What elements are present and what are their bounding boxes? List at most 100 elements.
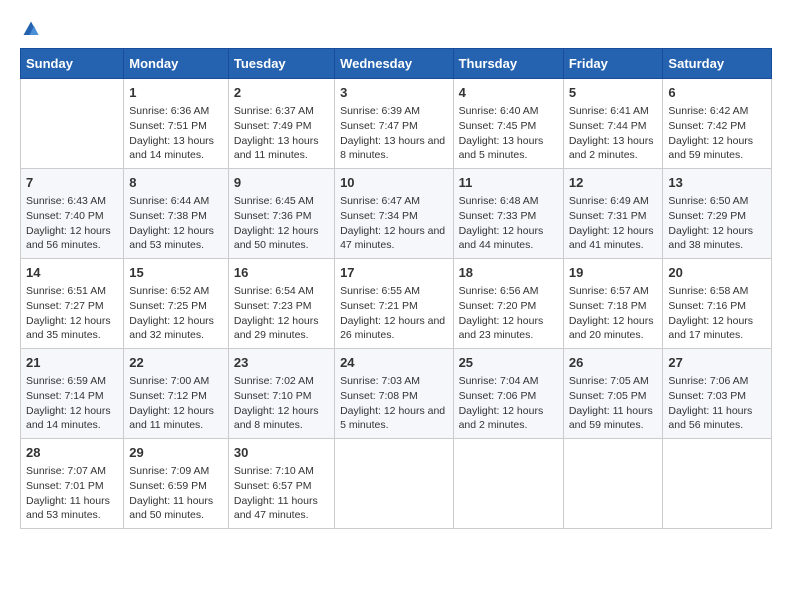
calendar-cell: 13 Sunrise: 6:50 AMSunset: 7:29 PMDayligh… — [663, 169, 772, 259]
calendar-cell — [563, 439, 663, 529]
calendar-cell: 6Sunrise: 6:42 AMSunset: 7:42 PMDaylight… — [663, 79, 772, 169]
calendar-cell — [453, 439, 563, 529]
calendar-cell: 12 Sunrise: 6:49 AMSunset: 7:31 PMDayligh… — [563, 169, 663, 259]
day-number: 8 — [129, 174, 223, 192]
calendar-cell: 5Sunrise: 6:41 AMSunset: 7:44 PMDaylight… — [563, 79, 663, 169]
day-number: 26 — [569, 354, 658, 372]
day-number: 7 — [26, 174, 118, 192]
day-detail: Sunrise: 7:05 AMSunset: 7:05 PMDaylight:… — [569, 374, 658, 433]
day-number: 24 — [340, 354, 447, 372]
weekday-header-saturday: Saturday — [663, 49, 772, 79]
day-detail: Sunrise: 6:49 AMSunset: 7:31 PMDaylight:… — [569, 194, 658, 253]
logo-icon — [22, 20, 40, 38]
day-number: 22 — [129, 354, 223, 372]
day-detail: Sunrise: 6:45 AMSunset: 7:36 PMDaylight:… — [234, 194, 329, 253]
day-detail: Sunrise: 7:06 AMSunset: 7:03 PMDaylight:… — [668, 374, 766, 433]
day-number: 19 — [569, 264, 658, 282]
day-detail: Sunrise: 6:40 AMSunset: 7:45 PMDaylight:… — [459, 104, 558, 163]
day-number: 28 — [26, 444, 118, 462]
calendar-week-row: 28 Sunrise: 7:07 AMSunset: 7:01 PMDayligh… — [21, 439, 772, 529]
day-number: 12 — [569, 174, 658, 192]
calendar-cell: 3Sunrise: 6:39 AMSunset: 7:47 PMDaylight… — [335, 79, 453, 169]
calendar-cell: 22 Sunrise: 7:00 AMSunset: 7:12 PMDayligh… — [124, 349, 229, 439]
calendar-cell: 19 Sunrise: 6:57 AMSunset: 7:18 PMDayligh… — [563, 259, 663, 349]
calendar-table: SundayMondayTuesdayWednesdayThursdayFrid… — [20, 48, 772, 529]
day-detail: Sunrise: 7:00 AMSunset: 7:12 PMDaylight:… — [129, 374, 223, 433]
day-detail: Sunrise: 6:36 AMSunset: 7:51 PMDaylight:… — [129, 104, 223, 163]
day-detail: Sunrise: 6:47 AMSunset: 7:34 PMDaylight:… — [340, 194, 447, 253]
day-number: 11 — [459, 174, 558, 192]
calendar-cell — [21, 79, 124, 169]
calendar-cell: 8 Sunrise: 6:44 AMSunset: 7:38 PMDaylight… — [124, 169, 229, 259]
calendar-cell: 14Sunrise: 6:51 AMSunset: 7:27 PMDayligh… — [21, 259, 124, 349]
day-detail: Sunrise: 7:09 AMSunset: 6:59 PMDaylight:… — [129, 464, 223, 523]
day-number: 6 — [668, 84, 766, 102]
day-number: 17 — [340, 264, 447, 282]
calendar-week-row: 21 Sunrise: 6:59 AMSunset: 7:14 PMDayligh… — [21, 349, 772, 439]
day-number: 20 — [668, 264, 766, 282]
logo — [20, 20, 40, 38]
day-detail: Sunrise: 7:10 AMSunset: 6:57 PMDaylight:… — [234, 464, 329, 523]
calendar-cell: 17 Sunrise: 6:55 AMSunset: 7:21 PMDayligh… — [335, 259, 453, 349]
calendar-week-row: 7 Sunrise: 6:43 AMSunset: 7:40 PMDaylight… — [21, 169, 772, 259]
day-detail: Sunrise: 6:51 AMSunset: 7:27 PMDaylight:… — [26, 284, 118, 343]
day-detail: Sunrise: 7:07 AMSunset: 7:01 PMDaylight:… — [26, 464, 118, 523]
day-number: 9 — [234, 174, 329, 192]
calendar-week-row: 14Sunrise: 6:51 AMSunset: 7:27 PMDayligh… — [21, 259, 772, 349]
weekday-header-monday: Monday — [124, 49, 229, 79]
day-detail: Sunrise: 7:03 AMSunset: 7:08 PMDaylight:… — [340, 374, 447, 433]
calendar-cell: 16Sunrise: 6:54 AMSunset: 7:23 PMDayligh… — [228, 259, 334, 349]
weekday-header-tuesday: Tuesday — [228, 49, 334, 79]
day-detail: Sunrise: 6:50 AMSunset: 7:29 PMDaylight:… — [668, 194, 766, 253]
calendar-cell — [663, 439, 772, 529]
weekday-header-thursday: Thursday — [453, 49, 563, 79]
calendar-cell: 4 Sunrise: 6:40 AMSunset: 7:45 PMDaylight… — [453, 79, 563, 169]
day-detail: Sunrise: 6:54 AMSunset: 7:23 PMDaylight:… — [234, 284, 329, 343]
day-detail: Sunrise: 6:58 AMSunset: 7:16 PMDaylight:… — [668, 284, 766, 343]
calendar-cell: 30 Sunrise: 7:10 AMSunset: 6:57 PMDayligh… — [228, 439, 334, 529]
calendar-cell: 23 Sunrise: 7:02 AMSunset: 7:10 PMDayligh… — [228, 349, 334, 439]
day-number: 1 — [129, 84, 223, 102]
day-detail: Sunrise: 6:48 AMSunset: 7:33 PMDaylight:… — [459, 194, 558, 253]
page-header — [20, 20, 772, 38]
day-detail: Sunrise: 6:41 AMSunset: 7:44 PMDaylight:… — [569, 104, 658, 163]
day-detail: Sunrise: 6:43 AMSunset: 7:40 PMDaylight:… — [26, 194, 118, 253]
weekday-header-sunday: Sunday — [21, 49, 124, 79]
calendar-cell: 29 Sunrise: 7:09 AMSunset: 6:59 PMDayligh… — [124, 439, 229, 529]
calendar-cell: 1 Sunrise: 6:36 AMSunset: 7:51 PMDaylight… — [124, 79, 229, 169]
day-number: 29 — [129, 444, 223, 462]
day-number: 10 — [340, 174, 447, 192]
calendar-cell: 28 Sunrise: 7:07 AMSunset: 7:01 PMDayligh… — [21, 439, 124, 529]
calendar-cell: 15Sunrise: 6:52 AMSunset: 7:25 PMDayligh… — [124, 259, 229, 349]
day-detail: Sunrise: 7:02 AMSunset: 7:10 PMDaylight:… — [234, 374, 329, 433]
weekday-header-row: SundayMondayTuesdayWednesdayThursdayFrid… — [21, 49, 772, 79]
day-detail: Sunrise: 6:44 AMSunset: 7:38 PMDaylight:… — [129, 194, 223, 253]
day-number: 23 — [234, 354, 329, 372]
day-number: 18 — [459, 264, 558, 282]
day-detail: Sunrise: 6:37 AMSunset: 7:49 PMDaylight:… — [234, 104, 329, 163]
day-number: 4 — [459, 84, 558, 102]
day-number: 2 — [234, 84, 329, 102]
calendar-cell: 26 Sunrise: 7:05 AMSunset: 7:05 PMDayligh… — [563, 349, 663, 439]
calendar-cell: 10 Sunrise: 6:47 AMSunset: 7:34 PMDayligh… — [335, 169, 453, 259]
calendar-cell: 21 Sunrise: 6:59 AMSunset: 7:14 PMDayligh… — [21, 349, 124, 439]
calendar-cell: 7 Sunrise: 6:43 AMSunset: 7:40 PMDaylight… — [21, 169, 124, 259]
day-number: 15 — [129, 264, 223, 282]
day-detail: Sunrise: 6:56 AMSunset: 7:20 PMDaylight:… — [459, 284, 558, 343]
day-number: 21 — [26, 354, 118, 372]
calendar-cell — [335, 439, 453, 529]
day-number: 27 — [668, 354, 766, 372]
day-detail: Sunrise: 6:59 AMSunset: 7:14 PMDaylight:… — [26, 374, 118, 433]
day-number: 13 — [668, 174, 766, 192]
calendar-cell: 9 Sunrise: 6:45 AMSunset: 7:36 PMDaylight… — [228, 169, 334, 259]
weekday-header-friday: Friday — [563, 49, 663, 79]
day-number: 25 — [459, 354, 558, 372]
day-detail: Sunrise: 7:04 AMSunset: 7:06 PMDaylight:… — [459, 374, 558, 433]
calendar-cell: 2 Sunrise: 6:37 AMSunset: 7:49 PMDaylight… — [228, 79, 334, 169]
calendar-cell: 24 Sunrise: 7:03 AMSunset: 7:08 PMDayligh… — [335, 349, 453, 439]
day-detail: Sunrise: 6:57 AMSunset: 7:18 PMDaylight:… — [569, 284, 658, 343]
day-number: 30 — [234, 444, 329, 462]
calendar-cell: 11 Sunrise: 6:48 AMSunset: 7:33 PMDayligh… — [453, 169, 563, 259]
day-detail: Sunrise: 6:55 AMSunset: 7:21 PMDaylight:… — [340, 284, 447, 343]
calendar-cell: 25 Sunrise: 7:04 AMSunset: 7:06 PMDayligh… — [453, 349, 563, 439]
